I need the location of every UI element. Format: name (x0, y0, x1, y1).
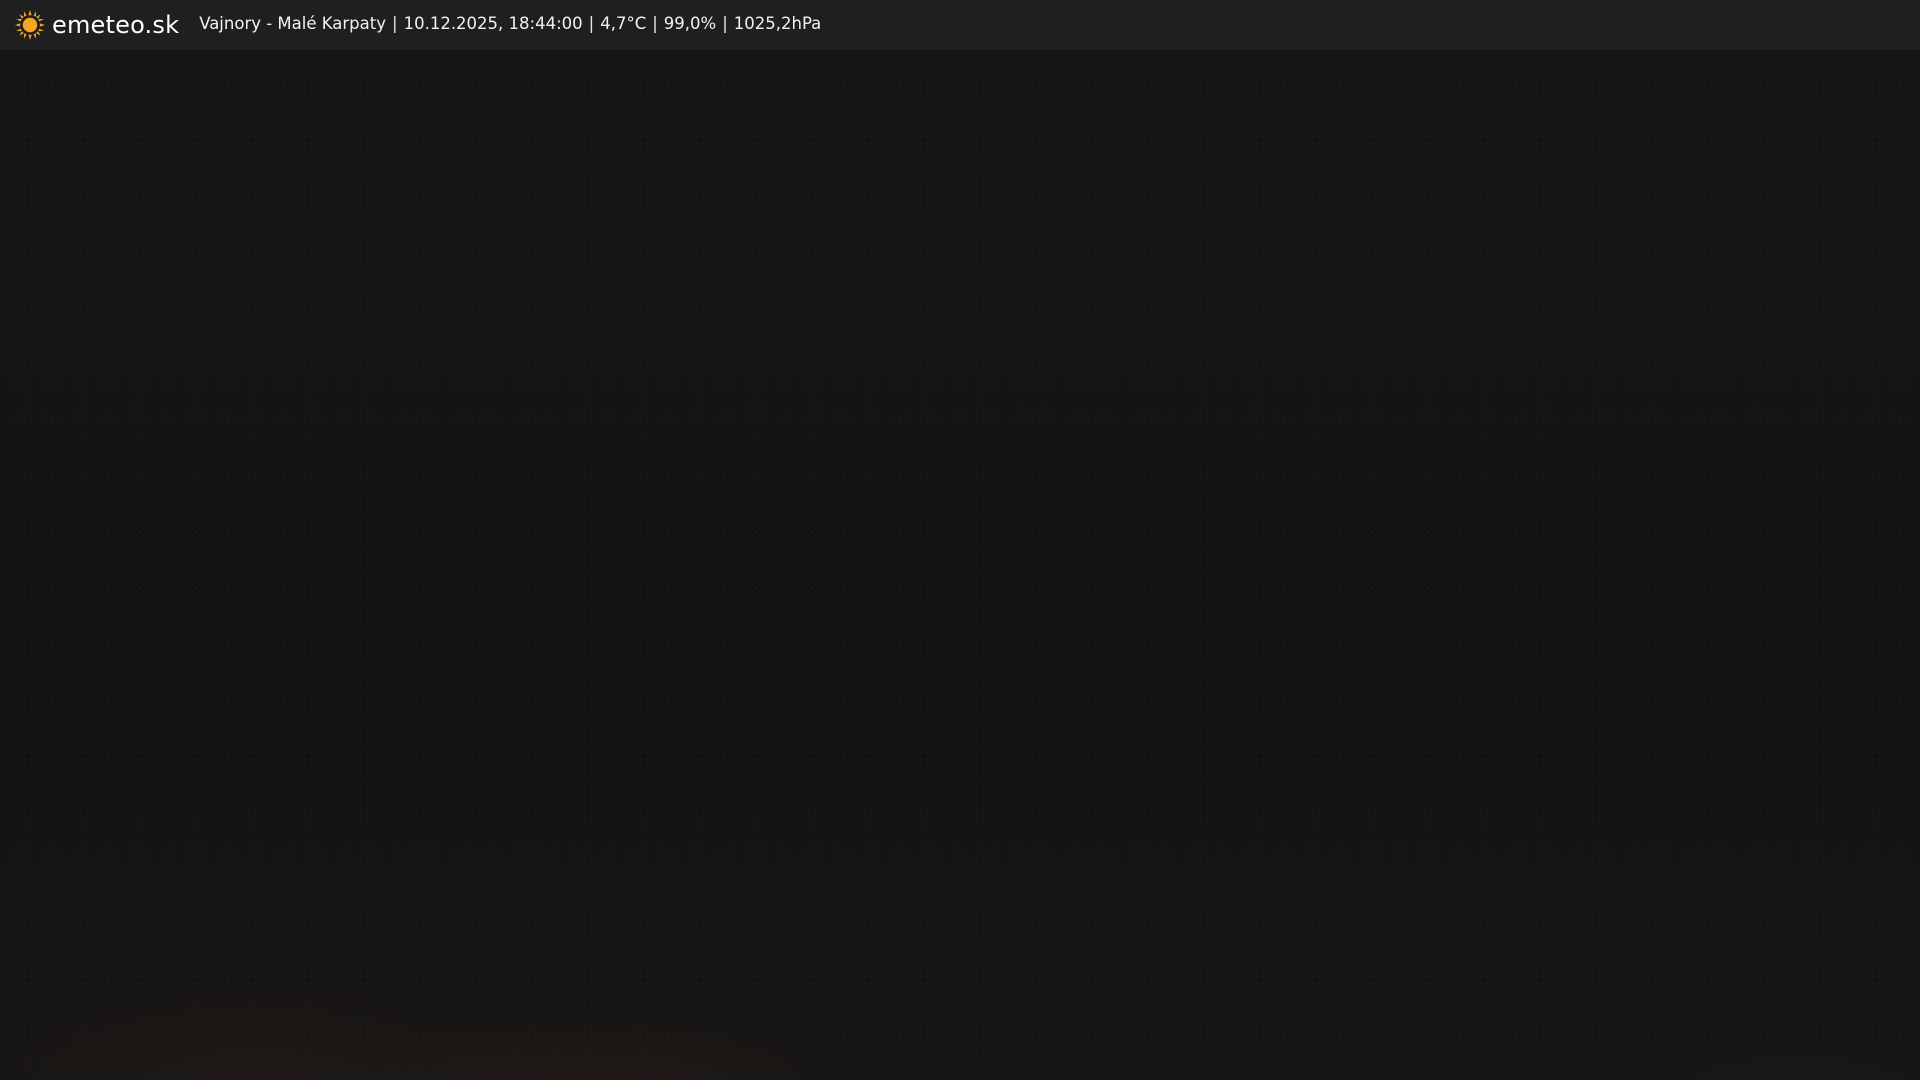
datetime-value: 10.12.2025, 18:44:00 (403, 14, 583, 34)
location-label: Vajnory - Malé Karpaty (199, 14, 387, 34)
sun-icon (15, 9, 45, 40)
webcam-page: emeteo.sk Vajnory - Malé Karpaty | 10.12… (0, 0, 1920, 1080)
temperature-value: 4,7°C (600, 14, 647, 34)
logo-link[interactable]: emeteo.sk (14, 9, 179, 41)
weather-status-line: Vajnory - Malé Karpaty | 10.12.2025, 18:… (199, 16, 821, 33)
brand-name: emeteo.sk (52, 10, 180, 39)
pressure-value: 1025,2hPa (733, 14, 822, 34)
image-noise (0, 49, 1920, 1080)
webcam-image (0, 49, 1920, 1080)
top-bar: emeteo.sk Vajnory - Malé Karpaty | 10.12… (0, 0, 1920, 49)
separator: | (722, 14, 728, 34)
humidity-value: 99,0% (663, 14, 717, 34)
separator: | (652, 14, 658, 34)
separator: | (588, 14, 595, 34)
separator: | (392, 14, 398, 34)
